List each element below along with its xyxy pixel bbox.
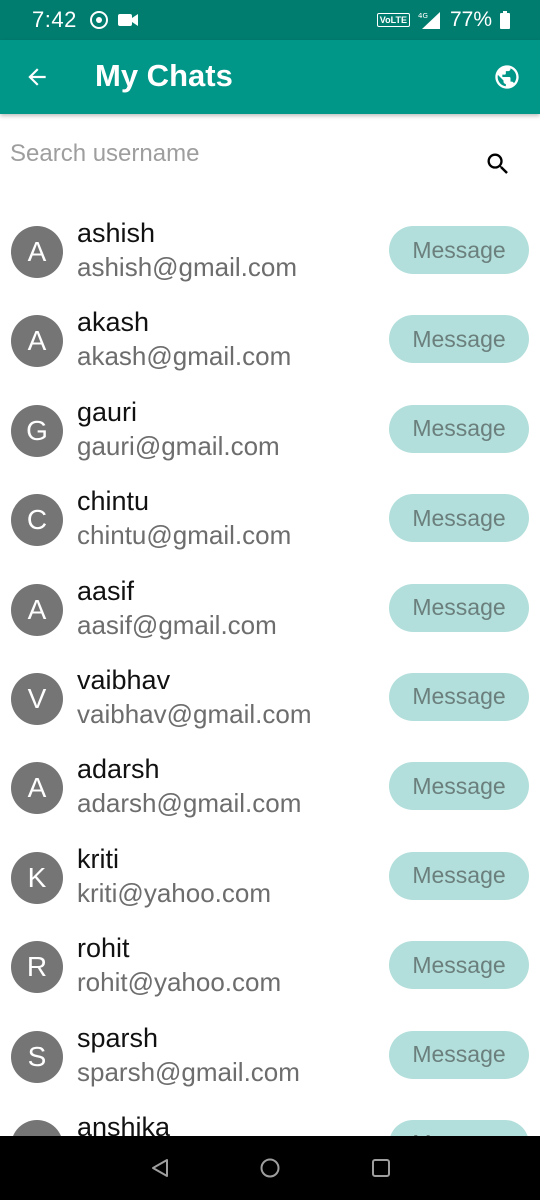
user-email: sparsh@gmail.com [77,1056,300,1087]
avatar: A [11,1119,63,1136]
search-button[interactable] [482,148,514,180]
list-item: R rohit rohit@yahoo.com Message [0,919,540,1008]
avatar: A [11,762,63,815]
list-item: K kriti kriti@yahoo.com Message [0,830,540,919]
user-email: vaibhav@gmail.com [77,698,312,729]
message-button[interactable]: Message [389,851,529,900]
avatar: K [11,851,63,904]
user-email: aasif@gmail.com [77,609,277,640]
message-button[interactable]: Message [389,315,529,364]
user-name: gauri [77,396,138,427]
user-email: rohit@yahoo.com [77,967,282,998]
video-notification-icon [117,14,138,26]
user-name: akash [77,307,150,338]
user-email: gauri@gmail.com [77,430,280,461]
user-name: sparsh [77,1022,159,1053]
globe-button[interactable] [492,62,522,92]
message-button[interactable]: Message [389,941,529,990]
list-item: A akash akash@gmail.com Message [0,293,540,382]
user-name: chintu [77,486,150,517]
list-item: S sparsh sparsh@gmail.com Message [0,1009,540,1098]
avatar: R [11,941,63,994]
svg-text:4G: 4G [418,12,428,20]
battery-percent: 77% [449,8,492,31]
message-button[interactable]: Message [389,672,529,721]
user-list: A ashish ashish@gmail.com Message A akas… [0,204,540,1136]
user-name: kriti [77,843,119,874]
nav-back-button[interactable] [148,1156,172,1180]
app-bar: My Chats [0,40,540,114]
message-button[interactable]: Message [389,1030,529,1079]
avatar: G [11,404,63,457]
back-button[interactable] [22,62,52,92]
list-item: A anshika Message [0,1098,540,1136]
message-button[interactable]: Message [389,404,529,453]
battery-icon [500,11,510,29]
nav-home-icon [260,1158,280,1178]
avatar: A [11,583,63,636]
list-item: V vaibhav vaibhav@gmail.com Message [0,651,540,740]
message-button[interactable]: Message [389,494,529,543]
message-button[interactable]: Message [389,226,529,274]
signal-icon: 4G [418,12,440,29]
avatar: S [11,1030,63,1083]
user-name: adarsh [77,754,160,785]
message-button[interactable]: Message [389,583,529,632]
user-name: ashish [77,218,156,248]
page-title: My Chats [95,58,233,93]
status-time: 7:42 [32,7,77,32]
status-bar: 7:42 VoLTE 4G 77% [0,0,540,40]
message-button[interactable]: Message [389,762,529,811]
nav-home-button[interactable] [258,1156,282,1180]
user-name: vaibhav [77,664,171,695]
list-item: A aasif aasif@gmail.com Message [0,562,540,651]
music-notification-icon [89,11,108,29]
search-input[interactable] [10,136,450,172]
search-icon [487,153,508,174]
nav-recents-button[interactable] [369,1156,393,1180]
globe-icon [495,65,519,89]
system-nav-bar [0,1136,540,1200]
user-name: aasif [77,575,135,606]
user-email: ashish@gmail.com [77,252,298,282]
list-item: G gauri gauri@gmail.com Message [0,383,540,472]
status-right: VoLTE 4G 77% [376,8,510,32]
message-button[interactable]: Message [389,1119,529,1136]
user-name: rohit [77,933,130,964]
status-notification-icons [89,10,139,30]
list-item: A adarsh adarsh@gmail.com Message [0,740,540,829]
user-email: adarsh@gmail.com [77,788,302,819]
user-email: chintu@gmail.com [77,520,292,551]
avatar: A [11,315,63,368]
arrow-back-icon [28,68,46,86]
avatar: V [11,672,63,725]
user-name: anshika [77,1111,171,1136]
avatar: C [11,494,63,547]
avatar: A [11,226,63,278]
user-email: akash@gmail.com [77,341,292,372]
volte-icon: VoLTE [376,13,410,27]
user-email: kriti@yahoo.com [77,877,272,908]
nav-recents-icon [372,1159,390,1177]
search-row [0,114,540,204]
nav-back-icon [152,1159,168,1177]
list-item: A ashish ashish@gmail.com Message [0,204,540,293]
list-item: C chintu chintu@gmail.com Message [0,472,540,561]
